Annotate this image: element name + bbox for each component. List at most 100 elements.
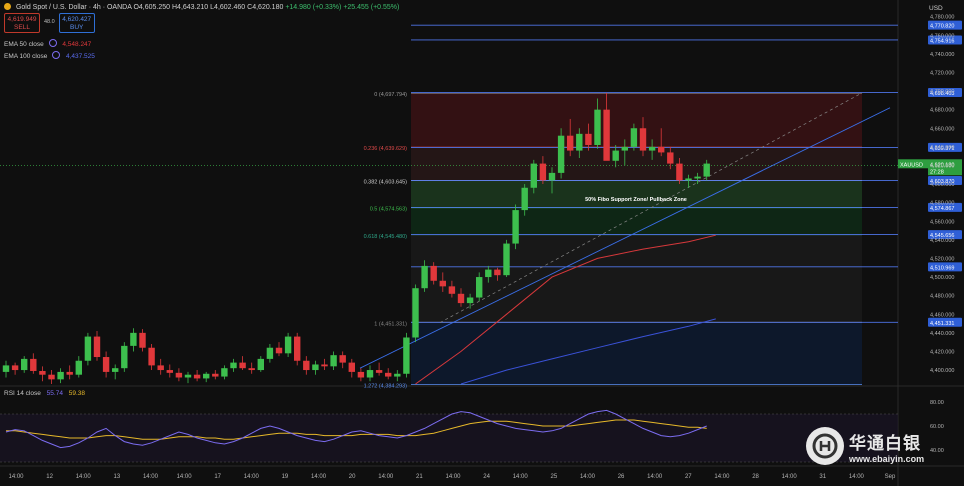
candle-body (203, 373, 210, 379)
candle-body (112, 368, 119, 372)
candle-body (30, 358, 37, 371)
ohlc-open: O4,605.250 (133, 4, 171, 11)
candle-body (366, 370, 374, 378)
chart-title: Gold Spot / U.S. Dollar · 4h · OANDA (15, 4, 132, 11)
y-tick-label: 4,640.000 (930, 145, 954, 151)
fib-zone-0.382 (411, 180, 862, 208)
y-tick-label: 4,540.000 (930, 238, 954, 244)
x-tick-label: 26 (618, 474, 625, 480)
candle-body (448, 286, 456, 294)
rsi-legend[interactable]: RSI 14 close 55.74 59.38 (4, 390, 85, 397)
candle-body (239, 362, 246, 369)
candle-body (157, 365, 164, 371)
x-tick-label: 14:00 (244, 474, 260, 480)
chart-header: Gold Spot / U.S. Dollar · 4h · OANDA O4,… (4, 3, 399, 11)
candle-body (457, 293, 465, 304)
x-tick-label: 14:00 (782, 474, 798, 480)
y-tick-label: 4,520.000 (930, 256, 954, 262)
ohlc-change: +14.980 (+0.33%) (285, 4, 342, 11)
candle-body (175, 372, 183, 378)
x-tick-label: 14:00 (76, 474, 92, 480)
candle-body (539, 163, 547, 181)
candle-body (639, 128, 647, 151)
candle-body (11, 365, 19, 371)
fib-zone-annotation: 50% Fibo Support Zone/ Pullback Zone (585, 197, 687, 203)
rsi-value: 55.74 (46, 390, 63, 397)
x-tick-label: 25 (551, 474, 558, 480)
candle-body (75, 360, 82, 375)
candle-body (476, 277, 483, 298)
fib-level-label: 1.272 (4,384.293) (364, 384, 408, 390)
sell-price: 4,619.949 (7, 16, 37, 23)
fib-level-label: 0.618 (4,545.480) (364, 234, 408, 240)
candle-body (394, 373, 401, 377)
countdown-label: 27:28 (930, 169, 944, 175)
x-tick-label: 14:00 (177, 474, 193, 480)
candle-body (84, 336, 92, 361)
candle-body (294, 336, 301, 361)
fib-level-label: 0.236 (4,639.629) (364, 146, 408, 152)
price-chart[interactable]: 0 (4,697.794) 0.236 (4,639.629) 0.382 (4,6… (0, 0, 964, 486)
y-tick-label: 4,560.000 (930, 219, 954, 225)
ema50-label: EMA 50 close (4, 41, 44, 48)
x-tick-label: 14:00 (647, 474, 663, 480)
candle-body (339, 355, 346, 363)
candle-body (275, 347, 283, 354)
candle-body (284, 336, 292, 354)
fib-zone-1 (411, 322, 862, 385)
y-tick-label: 4,660.000 (930, 126, 954, 132)
candle-body (694, 176, 701, 179)
candle-body (193, 374, 201, 379)
settings-icon[interactable] (52, 51, 61, 59)
candle-body (230, 362, 237, 369)
candle-body (512, 210, 519, 244)
candle-body (48, 374, 55, 380)
brand-logo-icon (806, 427, 844, 465)
price-tag-label: 4,451.331 (930, 321, 954, 327)
rsi-tick-label: 80.00 (930, 400, 944, 406)
candle-body (148, 347, 155, 366)
candle-body (121, 345, 128, 369)
price-tag: 4,770.820 (928, 20, 962, 30)
sell-button[interactable]: 4,619.949 SELL (4, 13, 40, 33)
x-tick-label: 17 (214, 474, 221, 480)
candle-body (494, 269, 501, 276)
candle-body (630, 128, 638, 147)
x-tick-label: 13 (114, 474, 121, 480)
buy-button[interactable]: 4,620.427 BUY (58, 13, 95, 33)
currency-label[interactable]: USD (929, 5, 943, 12)
x-tick-label: 14:00 (143, 474, 159, 480)
ohlc-high: H4,643.210 (172, 4, 209, 11)
x-tick-label: 14:00 (445, 474, 461, 480)
price-tag-label: 4,754.916 (930, 38, 954, 44)
candle-body (184, 374, 192, 378)
fib-zone-0.5 (411, 207, 862, 235)
candle-body (166, 370, 173, 373)
candle-body (676, 163, 683, 181)
trade-panel: 4,619.949 SELL 48.0 4,620.427 BUY (4, 13, 95, 33)
ema100-legend[interactable]: EMA 100 close 4,437.525 (4, 51, 95, 60)
candle-body (248, 368, 255, 371)
y-tick-label: 4,680.000 (930, 108, 954, 114)
candle-body (321, 364, 328, 367)
x-tick-label: 20 (349, 474, 356, 480)
x-tick-label: 14:00 (714, 474, 730, 480)
price-tag-label: 4,510.969 (930, 265, 954, 271)
fib-level-label: 1 (4,451.331) (374, 321, 407, 327)
y-tick-label: 4,580.000 (930, 201, 954, 207)
candle (294, 332, 301, 366)
settings-icon[interactable] (48, 39, 57, 47)
candle-body (521, 187, 528, 211)
candle-body (66, 371, 73, 375)
candle (503, 239, 510, 278)
fib-level-label: 0.5 (4,574.563) (370, 207, 407, 213)
y-tick-label: 4,480.000 (930, 294, 954, 300)
brand-name: 华通白银 (849, 434, 921, 453)
candle-body (266, 347, 274, 359)
candle-body (412, 288, 419, 338)
candle-body (357, 371, 365, 378)
watermark-logo: 华通白银 www.ebaiyin.com (804, 425, 962, 483)
candle-body (576, 133, 583, 151)
ema50-legend[interactable]: EMA 50 close 4,548.247 (4, 39, 91, 48)
candle-body (221, 368, 228, 377)
